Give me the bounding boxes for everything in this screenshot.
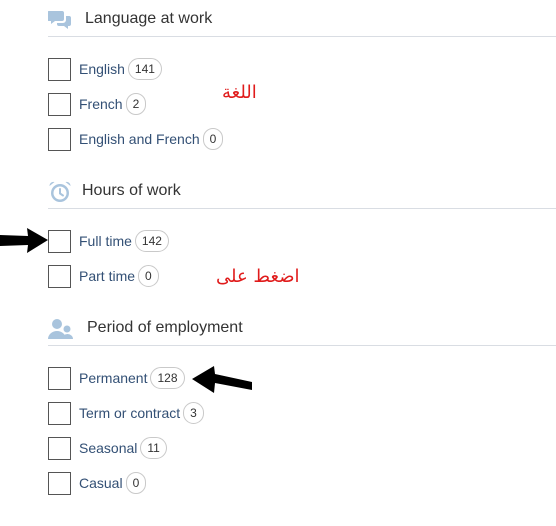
checkbox[interactable] xyxy=(48,401,71,425)
filter-option-casual[interactable]: Casual 0 xyxy=(48,470,147,496)
checkbox[interactable] xyxy=(48,264,71,288)
chat-bubbles-icon xyxy=(47,8,72,32)
section-title: Language at work xyxy=(85,10,213,27)
count-badge: 3 xyxy=(183,402,204,424)
filter-option-english-and-french[interactable]: English and French 0 xyxy=(48,126,224,152)
section-title: Hours of work xyxy=(82,182,181,199)
count-badge: 11 xyxy=(140,437,167,459)
filter-option-permanent[interactable]: Permanent 128 xyxy=(48,365,185,391)
count-badge: 142 xyxy=(134,230,169,252)
option-label[interactable]: English and French xyxy=(79,131,200,147)
option-label[interactable]: French xyxy=(79,96,123,112)
section-hours-header: Hours of work xyxy=(48,180,556,209)
section-employment-header: Period of employment xyxy=(48,317,556,346)
filter-option-english[interactable]: English 141 xyxy=(48,56,162,82)
count-badge: 141 xyxy=(127,58,162,80)
checkbox[interactable] xyxy=(48,57,71,81)
count-badge: 0 xyxy=(125,472,147,494)
count-badge: 0 xyxy=(138,265,159,287)
checkbox[interactable] xyxy=(48,127,71,151)
filter-option-term-or-contract[interactable]: Term or contract 3 xyxy=(48,400,204,426)
count-badge: 128 xyxy=(150,367,185,389)
arrow-left-icon xyxy=(192,366,252,393)
filter-option-seasonal[interactable]: Seasonal 11 xyxy=(48,435,167,461)
checkbox[interactable] xyxy=(48,366,71,390)
annotation-language: اللغة xyxy=(222,82,257,103)
option-label[interactable]: Casual xyxy=(79,475,123,491)
filter-option-part-time[interactable]: Part time 0 xyxy=(48,263,159,289)
option-label[interactable]: English xyxy=(79,61,125,77)
option-label[interactable]: Permanent xyxy=(79,370,147,386)
count-badge: 0 xyxy=(202,128,224,150)
option-label[interactable]: Full time xyxy=(79,233,132,249)
checkbox[interactable] xyxy=(48,471,71,495)
checkbox[interactable] xyxy=(48,436,71,460)
checkbox[interactable] xyxy=(48,92,71,116)
annotation-click-on: اضغط على xyxy=(216,266,300,287)
section-title: Period of employment xyxy=(87,319,243,336)
users-icon xyxy=(48,317,73,341)
option-label[interactable]: Part time xyxy=(79,268,135,284)
alarm-clock-icon xyxy=(48,180,72,204)
count-badge: 2 xyxy=(125,93,147,115)
option-label[interactable]: Seasonal xyxy=(79,440,137,456)
option-label[interactable]: Term or contract xyxy=(79,405,180,421)
filter-option-french[interactable]: French 2 xyxy=(48,91,147,117)
section-language-header: Language at work xyxy=(47,8,556,37)
checkbox[interactable] xyxy=(48,229,71,253)
filter-option-full-time[interactable]: Full time 142 xyxy=(48,228,169,254)
arrow-right-icon xyxy=(0,228,48,253)
